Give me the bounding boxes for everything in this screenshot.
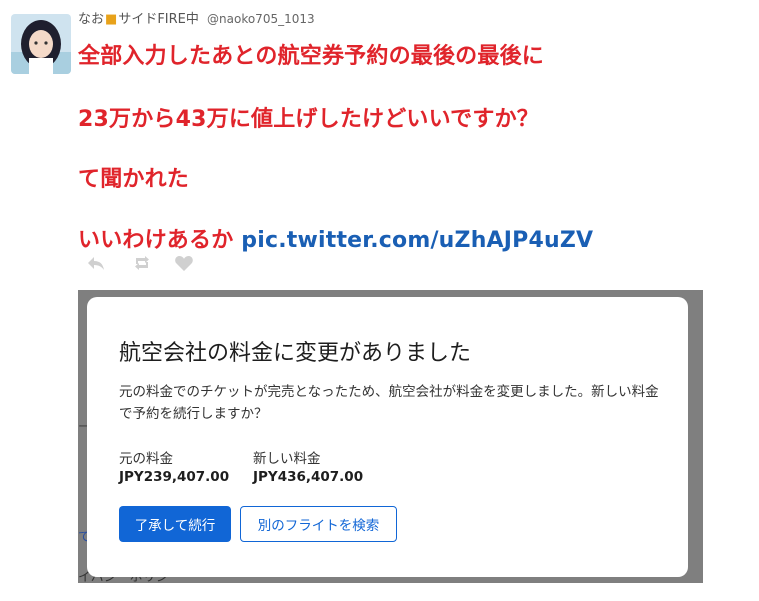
avatar-image [11, 14, 71, 74]
new-fare-value: JPY436,407.00 [253, 469, 364, 485]
heart-icon[interactable] [174, 254, 194, 272]
dialog-message: 元の料金でのチケットが完売となったため、航空会社が料金を変更しました。新しい料金… [119, 384, 659, 422]
tweet-author[interactable]: なお■サイドFIRE中 @naoko705_1013 [78, 8, 315, 27]
tweet-actions [86, 254, 206, 276]
tweet-text-line-4: いいわけあるか pic.twitter.com/uZhAJP4uZV [78, 222, 593, 254]
tweet-text-line-3: て聞かれた [78, 167, 190, 192]
tweet-text-line-4-text: いいわけあるか [78, 228, 234, 253]
search-other-flights-button[interactable]: 別のフライトを検索 [240, 506, 397, 542]
avatar[interactable] [11, 14, 71, 74]
tweet-text-line-1: 全部入力したあとの航空券予約の最後の最後に [78, 44, 544, 69]
reply-icon[interactable] [86, 254, 106, 272]
tweet-attached-image[interactable]: ー て イバシーポリシー 航空会社の料金に変更がありました 元の料金でのチケット… [78, 290, 703, 583]
retweet-icon[interactable] [132, 254, 152, 272]
tweet-text-line-2: 23万から43万に値上げしたけどいいですか？ [78, 107, 539, 132]
tweet-image-link[interactable]: pic.twitter.com/uZhAJP4uZV [241, 228, 593, 253]
display-name-suffix: サイドFIRE中 [118, 12, 199, 27]
new-fare-label: 新しい料金 [253, 451, 321, 467]
dialog-title: 航空会社の料金に変更がありました [119, 341, 472, 366]
display-name-prefix: なお [78, 12, 105, 27]
money-emoji-icon: ■ [105, 12, 118, 27]
accept-and-continue-button[interactable]: 了承して続行 [119, 506, 231, 542]
old-fare-value: JPY239,407.00 [119, 469, 230, 485]
old-fare-label: 元の料金 [119, 451, 173, 467]
fare-change-dialog: 航空会社の料金に変更がありました 元の料金でのチケットが完売となったため、航空会… [87, 297, 688, 577]
user-handle: @naoko705_1013 [207, 12, 315, 26]
